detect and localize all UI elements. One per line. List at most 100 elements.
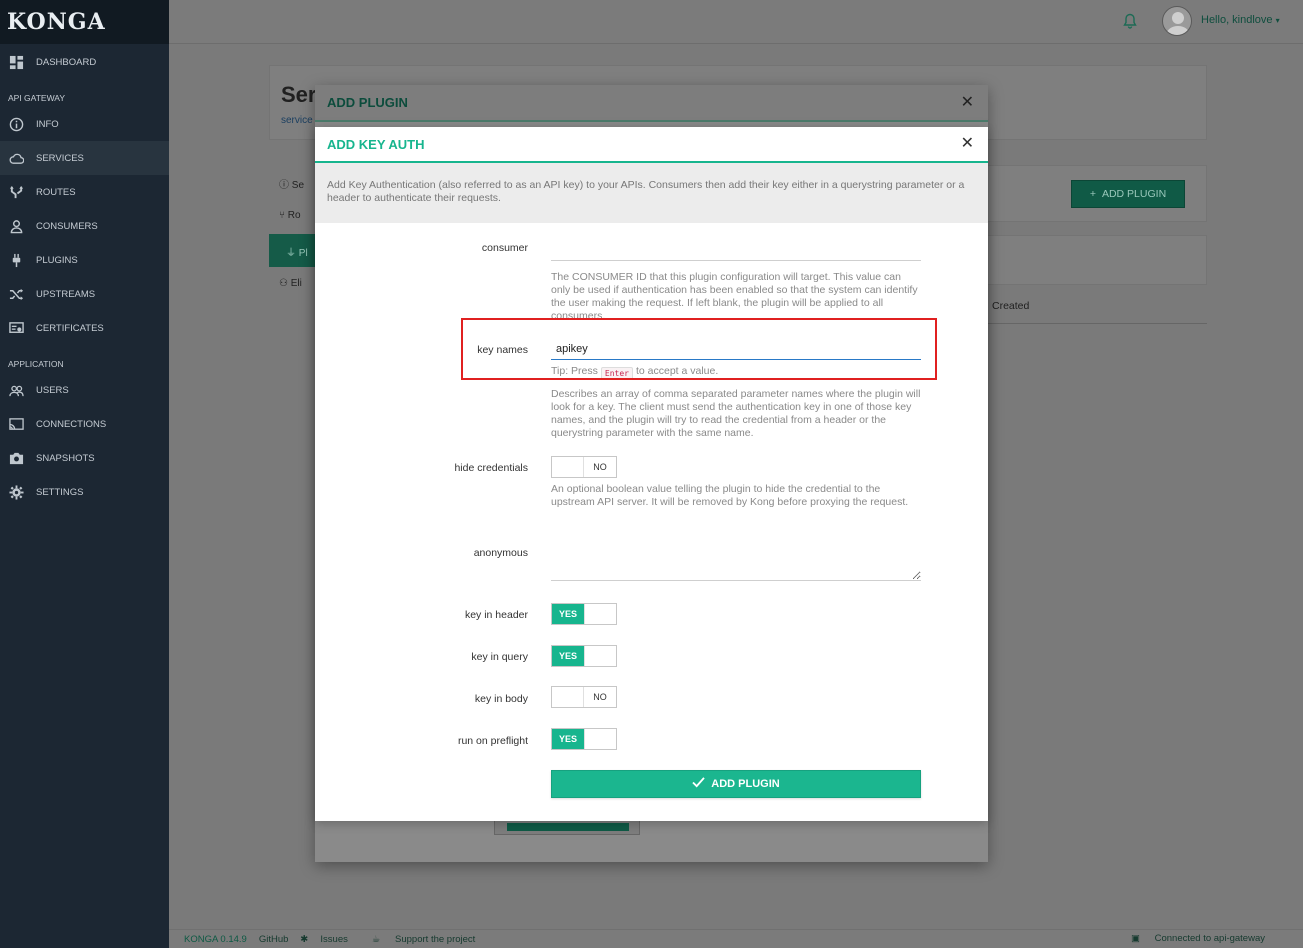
info-icon: [8, 116, 24, 132]
sidebar-section-application: APPLICATION: [8, 359, 64, 369]
bg-tab-routes[interactable]: ⑂ Ro: [279, 210, 301, 221]
key-in-query-field-wrap: YES: [551, 645, 921, 667]
modal-title: ADD KEY AUTH: [327, 136, 425, 152]
consumer-input[interactable]: [551, 239, 921, 261]
consumer-label: consumer: [481, 242, 528, 254]
sidebar-item-label: UPSTREAMS: [36, 288, 96, 300]
sidebar-item-consumers[interactable]: CONSUMERS: [0, 209, 169, 243]
add-plugin-modal-title: ADD PLUGIN: [327, 95, 408, 110]
bg-tab-plugins[interactable]: ⏚ Pl: [269, 234, 319, 267]
sidebar-item-label: USERS: [36, 384, 69, 396]
sidebar-item-snapshots[interactable]: SNAPSHOTS: [0, 441, 169, 475]
run-on-preflight-toggle[interactable]: YES: [551, 728, 617, 750]
caret-down-icon: ▾: [1275, 16, 1280, 25]
dashboard-icon: [8, 54, 24, 70]
close-icon[interactable]: ✕: [961, 92, 974, 112]
key-names-field-wrap: Tip: PressEnterto accept a value. Descri…: [551, 338, 921, 440]
camera-icon: [8, 450, 24, 466]
sidebar-item-label: CONNECTIONS: [36, 418, 107, 430]
footer-support-link[interactable]: ☕ Support the project: [372, 934, 487, 945]
key-in-body-label: key in body: [474, 693, 528, 705]
bg-divider: [985, 323, 1207, 324]
key-in-body-field-wrap: NO: [551, 686, 921, 708]
footer-version[interactable]: KONGA 0.14.9: [184, 934, 247, 945]
sidebar: KONGA DASHBOARD API GATEWAY INFO SERVICE…: [0, 0, 169, 948]
plug-icon: ⏚: [286, 248, 296, 259]
sidebar-item-plugins[interactable]: PLUGINS: [0, 243, 169, 277]
key-names-tip: Tip: Press Enter to accept a value.: [551, 365, 719, 380]
plug-icon: [8, 252, 24, 268]
add-key-auth-modal: ADD KEY AUTH ✕ Add Key Authentication (a…: [315, 127, 988, 821]
sidebar-item-label: PLUGINS: [36, 254, 78, 266]
user-menu[interactable]: Hello, kindlove ▾: [1201, 14, 1280, 26]
konga-logo[interactable]: KONGA: [0, 0, 169, 44]
sidebar-item-settings[interactable]: SETTINGS: [0, 475, 169, 509]
bug-icon: ✱: [300, 933, 309, 945]
key-in-query-toggle[interactable]: YES: [551, 645, 617, 667]
info-icon: ⓘ: [279, 180, 289, 191]
key-in-header-field-wrap: YES: [551, 603, 921, 625]
anonymous-textarea[interactable]: [551, 545, 921, 581]
add-plugin-modal-header: ADD PLUGIN ✕: [315, 85, 988, 122]
sidebar-item-label: CERTIFICATES: [36, 322, 104, 334]
sidebar-item-label: SETTINGS: [36, 486, 84, 498]
bg-breadcrumb-link[interactable]: service: [281, 115, 313, 126]
hide-credentials-toggle[interactable]: NO: [551, 456, 617, 478]
user-icon: [8, 218, 24, 234]
anonymous-field-wrap: [551, 545, 921, 584]
sidebar-item-connections[interactable]: CONNECTIONS: [0, 407, 169, 441]
enter-key-hint: Enter: [600, 367, 633, 380]
sidebar-item-label: SERVICES: [36, 152, 84, 164]
sidebar-item-info[interactable]: INFO: [0, 107, 169, 141]
consumer-field-wrap: The CONSUMER ID that this plugin configu…: [551, 239, 921, 319]
key-in-body-toggle[interactable]: NO: [551, 686, 617, 708]
sidebar-item-services[interactable]: SERVICES: [0, 141, 169, 175]
sidebar-item-label: INFO: [36, 118, 59, 130]
sidebar-item-label: CONSUMERS: [36, 220, 98, 232]
footer-issues-link[interactable]: ✱ Issues: [300, 934, 359, 945]
key-names-label: key names: [477, 344, 528, 356]
check-icon: [692, 777, 705, 791]
bg-add-plugin-button[interactable]: + ADD PLUGIN: [1071, 180, 1185, 208]
bg-table-header: [985, 235, 1207, 285]
sidebar-item-label: ROUTES: [36, 186, 76, 198]
run-on-preflight-field-wrap: YES: [551, 728, 921, 750]
key-names-help: Describes an array of comma separated pa…: [551, 388, 921, 439]
footer-connection-status[interactable]: ▣ Connected to api-gateway: [1131, 933, 1277, 944]
avatar[interactable]: [1162, 6, 1192, 36]
gear-icon: [8, 484, 24, 500]
sidebar-item-label: DASHBOARD: [36, 56, 97, 68]
key-in-header-label: key in header: [464, 609, 528, 621]
add-key-auth-modal-header: ADD KEY AUTH ✕: [315, 127, 988, 163]
routes-icon: [8, 184, 24, 200]
sidebar-item-routes[interactable]: ROUTES: [0, 175, 169, 209]
certificate-icon: [8, 320, 24, 336]
users-icon: [8, 382, 24, 398]
key-in-query-label: key in query: [471, 651, 528, 663]
close-icon[interactable]: ✕: [961, 133, 974, 153]
footer-github-link[interactable]: GitHub: [259, 934, 289, 945]
anonymous-label: anonymous: [473, 547, 528, 559]
hide-credentials-field-wrap: NO An optional boolean value telling the…: [551, 456, 921, 509]
sidebar-item-dashboard[interactable]: DASHBOARD: [0, 45, 169, 79]
modal-description: Add Key Authentication (also referred to…: [315, 163, 988, 223]
sidebar-item-certificates[interactable]: CERTIFICATES: [0, 311, 169, 345]
bell-icon[interactable]: [1123, 13, 1137, 29]
sidebar-item-upstreams[interactable]: UPSTREAMS: [0, 277, 169, 311]
bg-tab-service[interactable]: ⓘ Se: [279, 176, 304, 191]
hide-credentials-help: An optional boolean value telling the pl…: [551, 483, 909, 508]
run-on-preflight-label: run on preflight: [457, 735, 528, 747]
key-in-header-toggle[interactable]: YES: [551, 603, 617, 625]
sidebar-item-label: SNAPSHOTS: [36, 452, 95, 464]
footer: KONGA 0.14.9 GitHub ✱ Issues ☕ Support th…: [169, 929, 1303, 948]
bg-column-created: Created: [992, 300, 1030, 312]
cloud-icon: [8, 150, 24, 166]
bg-tab-eligible[interactable]: ⚇ Eli: [279, 278, 302, 289]
user-greeting: Hello, kindlove: [1201, 14, 1273, 26]
sidebar-section-api-gateway: API GATEWAY: [8, 93, 65, 103]
hide-credentials-label: hide credentials: [454, 462, 528, 474]
sidebar-item-users[interactable]: USERS: [0, 373, 169, 407]
coffee-icon: ☕: [371, 933, 381, 945]
add-plugin-submit-button[interactable]: ADD PLUGIN: [551, 770, 921, 798]
key-names-input[interactable]: [551, 338, 921, 360]
